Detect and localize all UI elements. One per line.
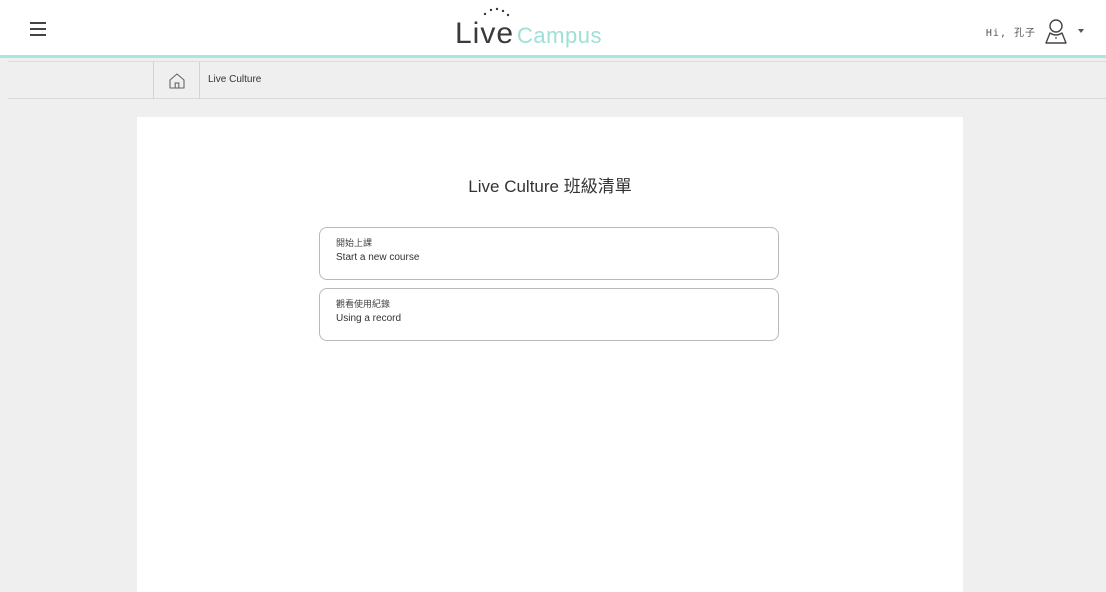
- logo-live-text: Live: [455, 17, 515, 50]
- start-course-label-zh: 開始上課: [336, 238, 373, 248]
- user-menu[interactable]: Hi, 孔子: [986, 18, 1084, 44]
- user-icon: [1045, 19, 1067, 44]
- class-list-card: Live Culture 班級清單 開始上課 Start a new cours…: [137, 117, 963, 592]
- start-course-label-en: Start a new course: [336, 252, 420, 263]
- view-records-button[interactable]: 觀看使用紀錄 Using a record: [319, 288, 779, 341]
- view-records-label-en: Using a record: [336, 313, 402, 324]
- home-icon: [168, 72, 185, 89]
- page-title: Live Culture 班級清單: [468, 177, 632, 196]
- logo-campus-text: Campus: [517, 23, 602, 48]
- logo-dots-icon: [483, 7, 510, 17]
- breadcrumb: Live Culture: [8, 61, 1106, 99]
- menu-icon[interactable]: [30, 22, 46, 36]
- top-navbar: Live Campus Hi, 孔子: [0, 0, 1106, 58]
- breadcrumb-live-culture[interactable]: Live Culture: [208, 74, 261, 85]
- logo: Live Campus: [455, 7, 602, 50]
- start-course-button[interactable]: 開始上課 Start a new course: [319, 227, 779, 280]
- user-greeting: Hi, 孔子: [985, 27, 1036, 39]
- view-records-label-zh: 觀看使用紀錄: [336, 299, 391, 309]
- caret-down-icon: [1078, 29, 1084, 33]
- home-button[interactable]: [153, 62, 200, 99]
